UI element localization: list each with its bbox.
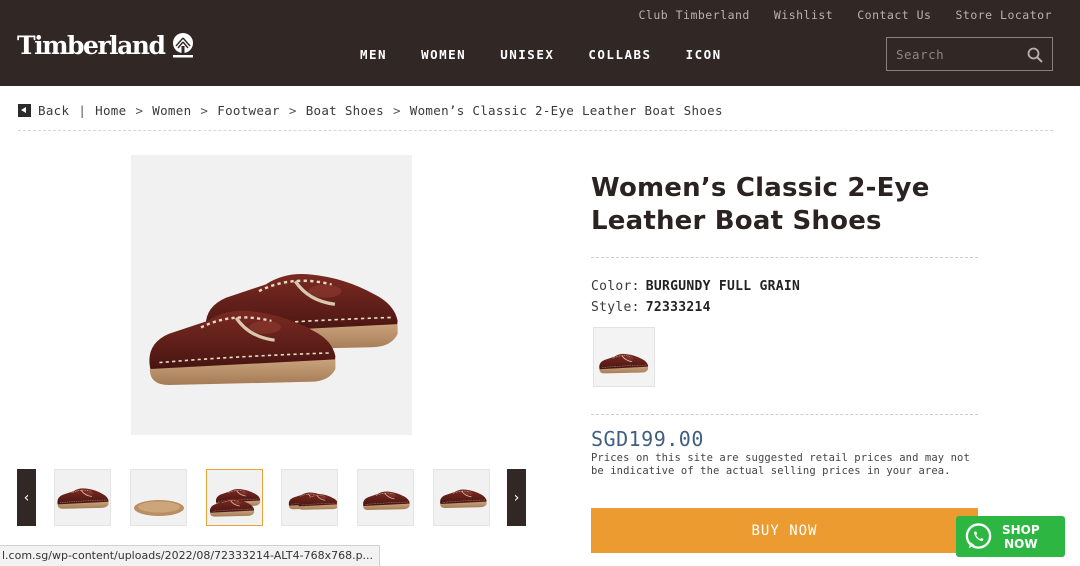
search-input[interactable] xyxy=(896,46,1021,62)
divider xyxy=(591,257,978,258)
divider xyxy=(591,414,978,415)
color-swatch[interactable] xyxy=(593,327,655,387)
product-title: Women’s Classic 2-Eye Leather Boat Shoes xyxy=(591,172,971,238)
nav-unisex[interactable]: UNISEX xyxy=(500,47,554,62)
product-price: SGD199.00 xyxy=(591,427,704,451)
thumbnail-active[interactable] xyxy=(206,469,263,526)
wishlist-link[interactable]: Wishlist xyxy=(774,8,833,22)
thumbnail[interactable] xyxy=(357,469,414,526)
color-row: Color: BURGUNDY FULL GRAIN xyxy=(591,279,800,294)
breadcrumb-arrow: > xyxy=(135,103,144,118)
carousel-next-button[interactable]: › xyxy=(507,469,526,526)
breadcrumb-footwear[interactable]: Footwear xyxy=(217,103,280,118)
thumbnail[interactable] xyxy=(433,469,490,526)
whatsapp-line2: NOW xyxy=(1004,536,1038,551)
whatsapp-label: SHOP NOW xyxy=(1002,523,1040,551)
breadcrumb-arrow: > xyxy=(200,103,209,118)
price-disclaimer: Prices on this site are suggested retail… xyxy=(591,452,970,477)
main-nav: MEN WOMEN UNISEX COLLABS ICON xyxy=(360,47,722,62)
product-title-line2: Leather Boat Shoes xyxy=(591,206,882,236)
product-title-line1: Women’s Classic 2-Eye xyxy=(591,173,930,203)
nav-men[interactable]: MEN xyxy=(360,47,387,62)
search-icon[interactable] xyxy=(1027,47,1043,63)
site-header: Club Timberland Wishlist Contact Us Stor… xyxy=(0,0,1080,86)
thumbnail[interactable] xyxy=(130,469,187,526)
contact-us-link[interactable]: Contact Us xyxy=(857,8,931,22)
color-label: Color: xyxy=(591,279,640,294)
color-value: BURGUNDY FULL GRAIN xyxy=(645,279,801,294)
whatsapp-line1: SHOP xyxy=(1002,522,1040,537)
timberland-logo[interactable]: Timberland xyxy=(17,31,198,60)
whatsapp-shop-now-button[interactable]: SHOP NOW xyxy=(956,516,1065,557)
store-locator-link[interactable]: Store Locator xyxy=(955,8,1052,22)
search-box xyxy=(886,37,1053,71)
breadcrumb-women[interactable]: Women xyxy=(152,103,191,118)
breadcrumb-boat-shoes[interactable]: Boat Shoes xyxy=(306,103,384,118)
carousel-prev-button[interactable]: ‹ xyxy=(17,469,36,526)
browser-status-url: l.com.sg/wp-content/uploads/2022/08/7233… xyxy=(0,545,381,566)
tree-logo-icon xyxy=(173,32,194,57)
breadcrumb-divider: | xyxy=(78,103,87,118)
back-arrow-icon[interactable] xyxy=(18,104,31,117)
logo-text: Timberland xyxy=(17,31,166,60)
shoe-pair-image xyxy=(147,272,400,387)
thumbnail[interactable] xyxy=(54,469,111,526)
style-value: 72333214 xyxy=(645,300,711,315)
breadcrumb-arrow: > xyxy=(288,103,297,118)
back-link[interactable]: Back xyxy=(38,103,69,118)
breadcrumb-home[interactable]: Home xyxy=(95,103,126,118)
chevron-left-icon: ‹ xyxy=(23,489,30,506)
breadcrumb-current: Women’s Classic 2-Eye Leather Boat Shoes xyxy=(409,103,723,118)
club-timberland-link[interactable]: Club Timberland xyxy=(638,8,749,22)
thumbnail[interactable] xyxy=(281,469,339,526)
main-product-image[interactable] xyxy=(131,155,412,435)
nav-collabs[interactable]: COLLABS xyxy=(588,47,651,62)
breadcrumb-arrow: > xyxy=(392,103,401,118)
breadcrumb-divider-line xyxy=(18,130,1053,131)
breadcrumb: Back | Home > Women > Footwear > Boat Sh… xyxy=(18,103,723,118)
style-row: Style: 72333214 xyxy=(591,300,711,315)
whatsapp-icon xyxy=(965,523,992,549)
buy-now-button[interactable]: BUY NOW xyxy=(591,508,978,553)
nav-icon[interactable]: ICON xyxy=(686,47,722,62)
utility-links: Club Timberland Wishlist Contact Us Stor… xyxy=(638,8,1052,22)
style-label: Style: xyxy=(591,300,640,315)
chevron-right-icon: › xyxy=(513,489,520,506)
nav-women[interactable]: WOMEN xyxy=(421,47,466,62)
